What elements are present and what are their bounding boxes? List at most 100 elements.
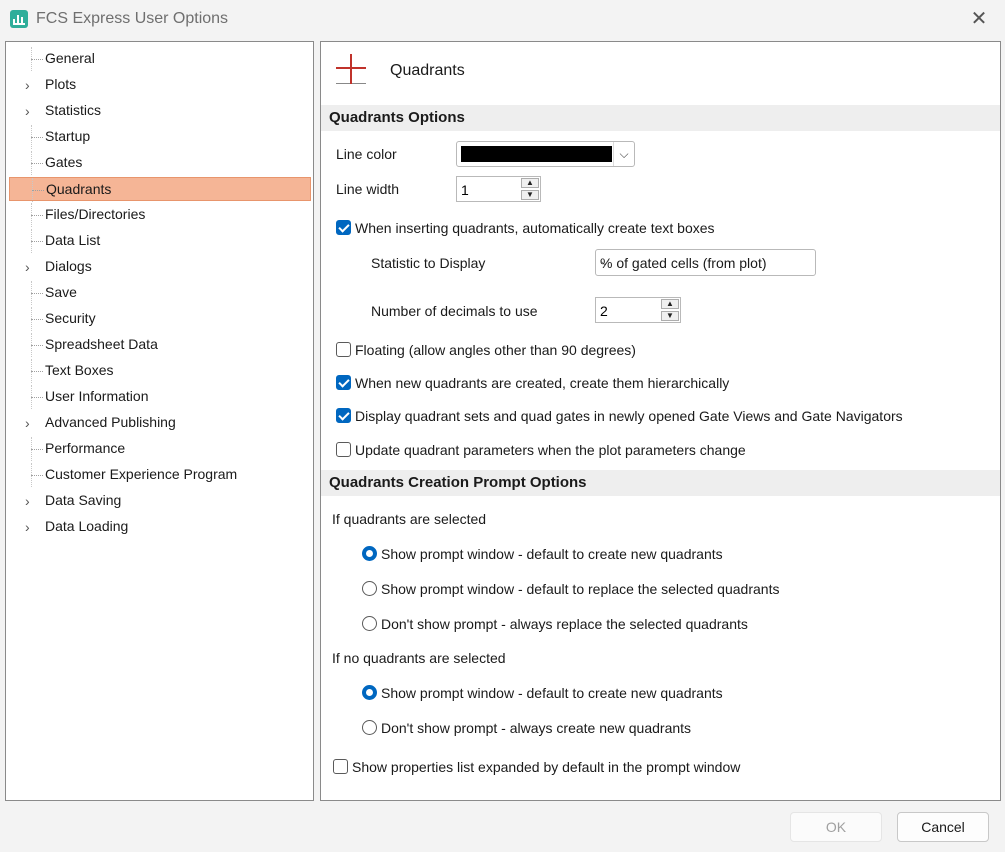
line-color-picker[interactable]: ⌵ [456,141,635,167]
spin-up-icon[interactable]: ▲ [521,178,539,188]
props-expanded-checkbox[interactable] [333,759,348,774]
color-swatch [461,146,612,162]
tree-item[interactable]: Performance [9,437,311,461]
update-params-checkbox[interactable] [336,442,351,457]
tree-item-label: Save [45,284,77,300]
chevron-right-icon[interactable]: › [25,517,37,537]
decimals-label: Number of decimals to use [371,303,538,319]
tree-connector [31,371,43,372]
options-tree[interactable]: General › Plots › Statistics Startup Gates Quad… [5,41,314,801]
line-color-label: Line color [336,146,397,162]
tree-item-label: Data Saving [45,492,122,508]
tree-item[interactable]: › Data Saving [9,489,311,513]
chevron-right-icon[interactable]: › [25,257,37,277]
app-logo-icon [10,10,28,28]
tree-item[interactable]: General [9,47,311,71]
radio-no-prompt-create[interactable] [362,720,377,735]
tree-connector [31,319,43,320]
decimals-stepper[interactable]: ▲▼ [595,297,681,324]
tree-item-label: Files/Directories [45,206,146,222]
chevron-right-icon[interactable]: › [25,101,37,121]
cancel-button[interactable]: Cancel [897,812,989,842]
props-expanded-label[interactable]: Show properties list expanded by default… [352,759,740,775]
tree-item[interactable]: Customer Experience Program [9,463,311,487]
display-sets-label[interactable]: Display quadrant sets and quad gates in … [355,408,903,424]
radio-label[interactable]: Don't show prompt - always create new qu… [381,720,691,736]
spin-up-icon[interactable]: ▲ [661,299,679,309]
section-title: Quadrants Options [329,109,465,126]
radio-label[interactable]: Show prompt window - default to create n… [381,546,723,562]
display-sets-checkbox[interactable] [336,408,351,423]
tree-item-label: Spreadsheet Data [45,336,158,352]
floating-checkbox[interactable] [336,342,351,357]
tree-item[interactable]: Save [9,281,311,305]
tree-item-label: Data List [45,232,101,248]
chevron-down-icon[interactable]: ⌵ [600,254,809,269]
spin-down-icon[interactable]: ▼ [661,311,679,321]
tree-item[interactable]: › Statistics [9,99,311,123]
tree-connector [31,241,43,242]
tree-item-label: User Information [45,388,149,404]
statistic-select[interactable]: % of gated cells (from plot) ⌵ [595,249,816,276]
tree-item-label: Performance [45,440,126,456]
tree-item[interactable]: Spreadsheet Data [9,333,311,357]
tree-item-label: Security [45,310,96,326]
radio-create-new-selected[interactable] [362,546,377,561]
line-width-label: Line width [336,181,400,197]
tree-item[interactable]: › Plots [9,73,311,97]
tree-item[interactable]: Gates [9,151,311,175]
line-width-input[interactable] [457,177,527,203]
tree-connector [31,163,43,164]
spin-down-icon[interactable]: ▼ [521,190,539,200]
tree-item-label: Advanced Publishing [45,414,176,430]
tree-item[interactable]: User Information [9,385,311,409]
tree-connector [31,59,43,60]
tree-item[interactable]: Text Boxes [9,359,311,383]
close-icon[interactable]: ✕ [967,7,991,31]
hierarchical-checkbox[interactable] [336,375,351,390]
tree-item-label: Startup [45,128,91,144]
radio-label[interactable]: Show prompt window - default to create n… [381,685,723,701]
tree-item-label: Statistics [45,102,102,118]
radio-replace-selected[interactable] [362,581,377,596]
auto-text-boxes-checkbox[interactable] [336,220,351,235]
tree-connector [31,475,43,476]
tree-item[interactable]: Quadrants [9,177,311,202]
section-quadrants-options: Quadrants Options [321,105,1000,131]
chevron-right-icon[interactable]: › [25,491,37,511]
section-title: Quadrants Creation Prompt Options [329,474,587,491]
tree-connector [31,449,43,450]
radio-label[interactable]: Show prompt window - default to replace … [381,581,779,597]
update-params-label[interactable]: Update quadrant parameters when the plot… [355,442,746,458]
floating-label[interactable]: Floating (allow angles other than 90 deg… [355,342,636,358]
decimals-input[interactable] [596,298,666,324]
tree-item-label: Data Loading [45,518,129,534]
tree-item-label: Gates [45,154,83,170]
chevron-right-icon[interactable]: › [25,413,37,433]
options-panel: Quadrants Quadrants Options Line color ⌵… [320,41,1001,801]
tree-item[interactable]: Startup [9,125,311,149]
line-width-stepper[interactable]: ▲▼ [456,176,541,203]
tree-item[interactable]: › Dialogs [9,255,311,279]
panel-title: Quadrants [390,62,465,79]
tree-connector [31,137,43,138]
tree-item[interactable]: › Advanced Publishing [9,411,311,435]
tree-item[interactable]: › Data Loading [9,515,311,539]
tree-item-label: Quadrants [46,181,112,197]
chevron-down-icon[interactable]: ⌵ [613,142,634,166]
ok-button[interactable]: OK [790,812,882,842]
radio-no-prompt-replace[interactable] [362,616,377,631]
tree-item[interactable]: Files/Directories [9,203,311,227]
tree-connector [32,190,44,191]
auto-text-boxes-label[interactable]: When inserting quadrants, automatically … [355,220,715,236]
section-prompt-options: Quadrants Creation Prompt Options [321,470,1000,496]
tree-item-label: Text Boxes [45,362,114,378]
chevron-right-icon[interactable]: › [25,75,37,95]
tree-connector [31,345,43,346]
radio-create-new-none[interactable] [362,685,377,700]
tree-item[interactable]: Data List [9,229,311,253]
hierarchical-label[interactable]: When new quadrants are created, create t… [355,375,729,391]
tree-item[interactable]: Security [9,307,311,331]
tree-connector [31,215,43,216]
radio-label[interactable]: Don't show prompt - always replace the s… [381,616,748,632]
